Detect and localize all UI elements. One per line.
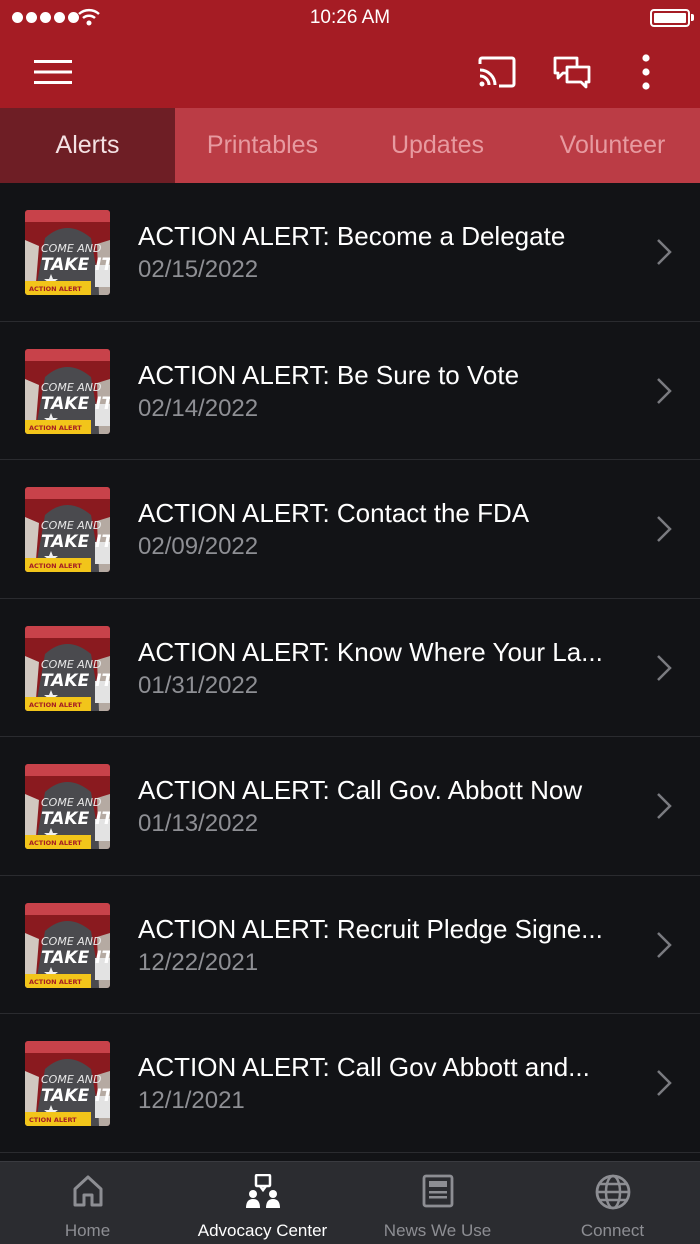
- chevron-right-icon: [657, 377, 672, 404]
- news-icon: [422, 1174, 453, 1208]
- thumbnail-caption: ACTION ALERT: [29, 285, 82, 293]
- thumbnail-caption: ACTION ALERT: [29, 978, 82, 986]
- svg-text:COME AND: COME AND: [41, 519, 102, 532]
- menu-icon: [34, 60, 72, 84]
- alert-title: ACTION ALERT: Recruit Pledge Signe...: [138, 913, 603, 944]
- tab-volunteer[interactable]: Volunteer: [525, 108, 700, 183]
- app-bar: [0, 36, 700, 108]
- thumbnail-caption: ACTION ALERT: [29, 701, 82, 709]
- chevron-right-icon: [657, 516, 672, 542]
- svg-text:COME AND: COME AND: [41, 242, 102, 255]
- chevron-right-icon: [657, 239, 672, 265]
- alert-thumbnail: COME AND TAKE IT ACTION ALERT: [25, 902, 110, 988]
- more-options-button[interactable]: [616, 36, 676, 108]
- alert-date: 01/13/2022: [138, 810, 259, 837]
- nav-news-we-use[interactable]: News We Use: [350, 1162, 525, 1244]
- alert-date: 12/1/2021: [138, 1087, 245, 1114]
- chat-icon: [553, 56, 591, 89]
- alert-list-item[interactable]: COME AND TAKE IT ACTION ALERT ACTION ALE…: [0, 183, 700, 322]
- home-icon: [73, 1175, 102, 1207]
- svg-text:COME AND: COME AND: [41, 935, 102, 948]
- thumbnail-caption: ACTION ALERT: [29, 839, 82, 847]
- nav-home[interactable]: Home: [0, 1162, 175, 1244]
- nav-advocacy-center-label: Advocacy Center: [197, 1221, 328, 1240]
- tab-updates[interactable]: Updates: [350, 108, 525, 183]
- alert-thumbnail: COME AND TAKE IT ACTION ALERT: [25, 764, 110, 849]
- svg-text:TAKE IT: TAKE IT: [41, 1086, 110, 1106]
- svg-text:TAKE IT: TAKE IT: [41, 809, 110, 829]
- cast-icon: [478, 56, 516, 88]
- alert-list-item[interactable]: COME AND TAKE IT ACTION ALERT ACTION ALE…: [0, 876, 700, 1014]
- chevron-right-icon: [657, 793, 672, 819]
- top-tabs: Alerts Printables Updates Volunteer: [0, 108, 700, 183]
- chevron-right-icon: [657, 654, 672, 681]
- alert-list-item[interactable]: COME AND TAKE IT ACTION ALERT ACTION ALE…: [0, 322, 700, 460]
- svg-text:TAKE IT: TAKE IT: [41, 255, 110, 275]
- status-bar: 10:26 AM: [0, 0, 700, 36]
- alert-list-item[interactable]: COME AND TAKE IT ACTION ALERT ACTION ALE…: [0, 599, 700, 737]
- alert-date: 02/15/2022: [138, 256, 259, 283]
- svg-text:TAKE IT: TAKE IT: [41, 671, 110, 691]
- svg-text:TAKE IT: TAKE IT: [41, 394, 110, 414]
- alert-title: ACTION ALERT: Know Where Your La...: [138, 636, 603, 667]
- menu-button[interactable]: [23, 36, 83, 108]
- svg-text:COME AND: COME AND: [41, 658, 102, 671]
- nav-connect[interactable]: Connect: [525, 1162, 700, 1244]
- advocacy-icon: [245, 1174, 280, 1208]
- tab-printables[interactable]: Printables: [175, 108, 350, 183]
- alert-thumbnail: COME AND TAKE IT ACTION ALERT: [25, 625, 110, 711]
- alert-list-item[interactable]: COME AND TAKE IT ACTION ALERT ACTION ALE…: [0, 737, 700, 876]
- nav-news-we-use-label: News We Use: [383, 1221, 492, 1240]
- alert-title: ACTION ALERT: Contact the FDA: [138, 498, 530, 528]
- alert-thumbnail: COME AND TAKE IT ACTION ALERT: [25, 210, 110, 295]
- svg-text:COME AND: COME AND: [41, 381, 102, 394]
- svg-text:TAKE IT: TAKE IT: [41, 532, 110, 552]
- alert-thumbnail: COME AND TAKE IT CTION ALERT: [25, 1041, 110, 1126]
- cast-button[interactable]: [467, 36, 527, 108]
- chat-button[interactable]: [542, 36, 602, 108]
- nav-advocacy-center[interactable]: Advocacy Center: [175, 1162, 350, 1244]
- alert-date: 02/14/2022: [138, 394, 259, 422]
- alert-date: 02/09/2022: [138, 533, 259, 560]
- alert-thumbnail: COME AND TAKE IT ACTION ALERT: [25, 348, 110, 434]
- svg-text:TAKE IT: TAKE IT: [41, 948, 110, 968]
- alert-thumbnail: COME AND TAKE IT ACTION ALERT: [25, 487, 110, 572]
- battery-icon: [650, 9, 690, 27]
- nav-home-label: Home: [64, 1221, 111, 1240]
- alerts-list: COME AND TAKE IT ACTION ALERT ACTION ALE…: [0, 183, 700, 1153]
- svg-text:COME AND: COME AND: [41, 796, 102, 809]
- svg-text:COME AND: COME AND: [41, 1073, 102, 1086]
- alert-list-item[interactable]: COME AND TAKE IT ACTION ALERT ACTION ALE…: [0, 460, 700, 599]
- bottom-nav: Home Advocacy Center News We Use Connect: [0, 1161, 700, 1244]
- alert-date: 01/31/2022: [138, 671, 259, 699]
- thumbnail-caption: ACTION ALERT: [29, 424, 82, 432]
- battery-tip: [691, 14, 694, 21]
- alert-title: ACTION ALERT: Be Sure to Vote: [138, 359, 520, 390]
- status-time: 10:26 AM: [309, 7, 391, 28]
- thumbnail-caption: CTION ALERT: [29, 1116, 77, 1124]
- alert-title: ACTION ALERT: Call Gov. Abbott Now: [138, 775, 583, 805]
- chevron-right-icon: [657, 931, 672, 958]
- alert-title: ACTION ALERT: Become a Delegate: [138, 221, 566, 251]
- alert-title: ACTION ALERT: Call Gov Abbott and...: [138, 1052, 590, 1082]
- alert-list-item[interactable]: COME AND TAKE IT CTION ALERT ACTION ALER…: [0, 1014, 700, 1153]
- globe-icon: [595, 1174, 630, 1210]
- tab-alerts[interactable]: Alerts: [0, 108, 175, 183]
- alert-date: 12/22/2021: [138, 948, 259, 976]
- nav-connect-label: Connect: [580, 1221, 645, 1240]
- thumbnail-caption: ACTION ALERT: [29, 562, 82, 570]
- chevron-right-icon: [657, 1070, 672, 1096]
- more-vertical-icon: [642, 54, 650, 90]
